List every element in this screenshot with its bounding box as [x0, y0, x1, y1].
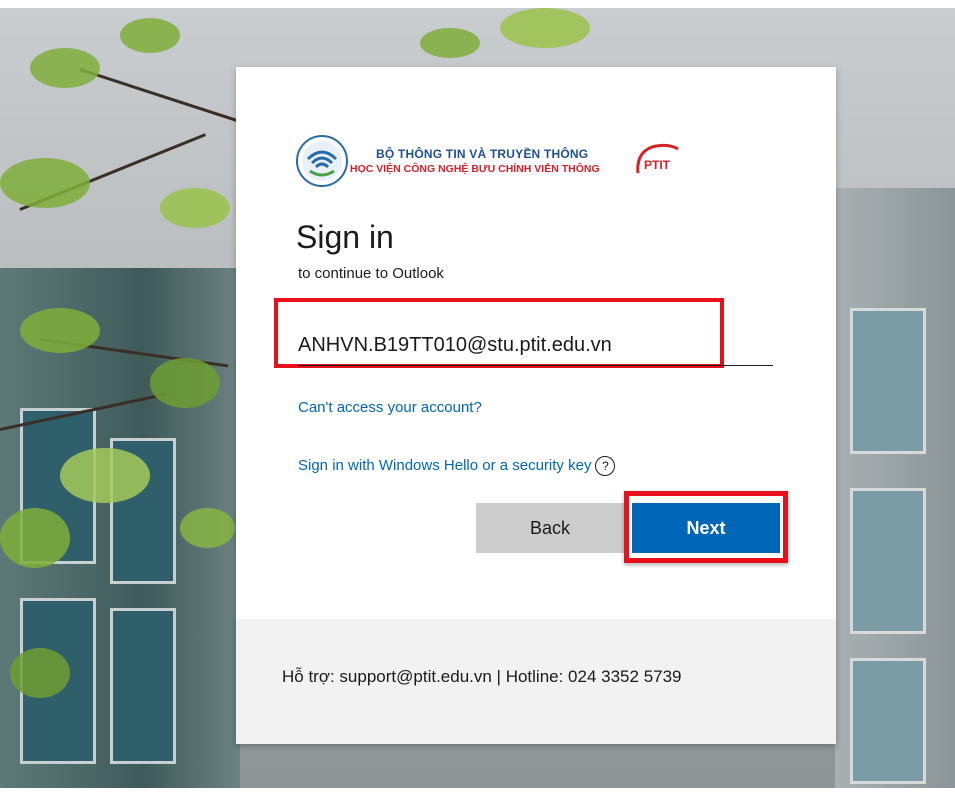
- windows-hello-link[interactable]: Sign in with Windows Hello or a security…: [298, 457, 591, 474]
- page-subtitle: to continue to Outlook: [298, 265, 444, 282]
- help-icon[interactable]: ?: [595, 456, 616, 476]
- signin-card: BỘ THÔNG TIN VÀ TRUYỀN THÔNG HỌC VIỆN CÔ…: [236, 67, 836, 744]
- page-title: Sign in: [296, 219, 394, 255]
- cant-access-account-link[interactable]: Can't access your account?: [298, 399, 482, 416]
- windows-hello-row: Sign in with Windows Hello or a security…: [298, 456, 616, 476]
- ptit-logo: PTIT: [634, 143, 684, 177]
- top-edge: [0, 0, 955, 8]
- ministry-emblem-icon: [296, 135, 348, 187]
- svg-text:PTIT: PTIT: [644, 158, 671, 172]
- back-button[interactable]: Back: [476, 503, 624, 553]
- email-input[interactable]: [298, 325, 773, 366]
- org-name-academy: HỌC VIỆN CÔNG NGHỆ BƯU CHÍNH VIỄN THÔNG: [350, 163, 600, 175]
- bottom-edge: [0, 788, 955, 796]
- support-contact-text: Hỗ trợ: support@ptit.edu.vn | Hotline: 0…: [282, 667, 682, 686]
- org-name-ministry: BỘ THÔNG TIN VÀ TRUYỀN THÔNG: [376, 147, 589, 161]
- building-right: [835, 188, 955, 788]
- organization-logo: BỘ THÔNG TIN VÀ TRUYỀN THÔNG HỌC VIỆN CÔ…: [296, 135, 696, 187]
- support-footer: Hỗ trợ: support@ptit.edu.vn | Hotline: 0…: [236, 619, 836, 744]
- next-button[interactable]: Next: [632, 503, 780, 553]
